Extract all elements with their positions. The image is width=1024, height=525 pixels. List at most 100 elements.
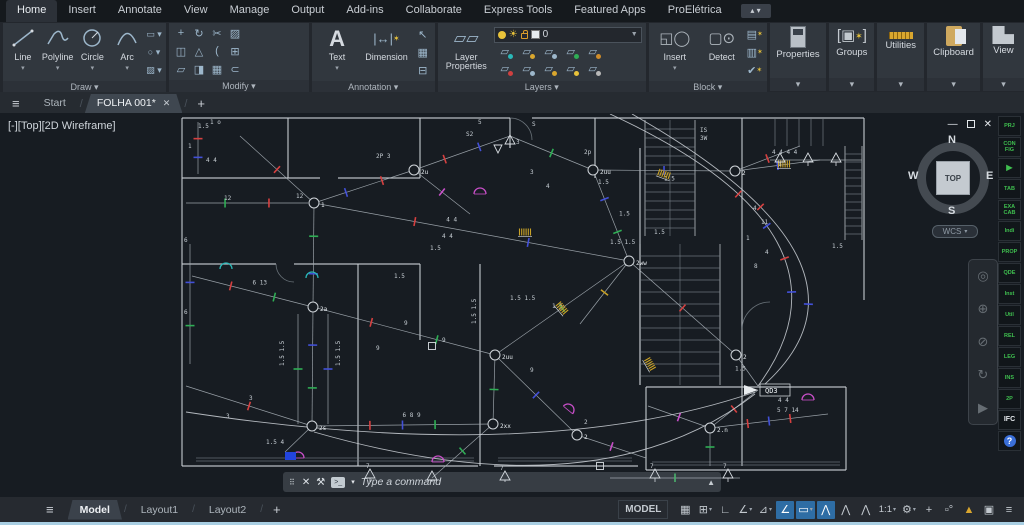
block-tool-icon-2[interactable]: ✔ ✶ [747, 62, 763, 78]
menu-tab-view[interactable]: View [173, 0, 219, 22]
modify-tool-icon-1[interactable]: ↻ [191, 25, 207, 41]
panel-view[interactable]: View ▾ [982, 23, 1024, 91]
layer-tool-icon-3[interactable]: ▱ [560, 44, 582, 61]
side-tool-util[interactable]: Util [998, 305, 1021, 325]
menu-tab-featured-apps[interactable]: Featured Apps [563, 0, 657, 22]
leader-icon[interactable]: ↖ [415, 26, 431, 42]
circle-button[interactable]: Circle ▾ [77, 25, 109, 79]
side-tool-indi[interactable]: Indi [998, 221, 1021, 241]
command-history-icon[interactable]: ▲ [707, 478, 715, 487]
command-recent-icon[interactable]: ▾ [351, 478, 355, 486]
side-tool-tab[interactable]: TAB [998, 179, 1021, 199]
layout-tab-layout2[interactable]: Layout2 [197, 500, 258, 520]
modify-tool-icon-0[interactable]: + [173, 25, 189, 41]
side-tool-inst[interactable]: Inst [998, 284, 1021, 304]
command-line-customize-icon[interactable]: ⚒ [316, 477, 325, 488]
menu-tab-add-ins[interactable]: Add-ins [335, 0, 394, 22]
close-icon[interactable]: ✕ [984, 119, 992, 130]
clean-screen-icon[interactable]: ▣ [980, 501, 998, 519]
menu-tab-insert[interactable]: Insert [57, 0, 107, 22]
polar-tracking-icon[interactable]: ∠ ▾ [736, 501, 754, 519]
navigation-wheel-icon[interactable]: ◎ [977, 268, 988, 284]
menu-tab-output[interactable]: Output [280, 0, 335, 22]
panel-properties-footer[interactable]: ▾ [769, 78, 827, 91]
layer-tool-icon-2[interactable]: ▱ [538, 44, 560, 61]
ribbon-collapse-button[interactable]: ▴ ▾ [740, 4, 771, 18]
layer-tool-icon-5[interactable]: ▱ [494, 61, 516, 78]
dimension-button[interactable]: |↔| ✶ Dimension [361, 25, 411, 79]
new-layout-button[interactable]: + [263, 502, 291, 517]
side-tool-prj[interactable]: PRJ [998, 116, 1021, 136]
viewcube-west[interactable]: W [908, 170, 918, 182]
model-space-button[interactable]: MODEL [618, 500, 669, 519]
customization-icon[interactable]: ≡ [1000, 501, 1018, 519]
layer-properties-button[interactable]: ▱▱ Layer Properties [442, 25, 491, 79]
side-tool--[interactable]: ► [998, 158, 1021, 178]
modify-tool-icon-4[interactable]: ◫ [173, 43, 189, 59]
layer-select[interactable]: ☀ 0 ▼ [493, 26, 642, 43]
new-drawing-tab-button[interactable]: + [189, 96, 213, 113]
panel-view-footer[interactable]: ▾ [982, 78, 1024, 91]
text-button[interactable]: A Text ▾ [316, 25, 359, 79]
annotation-visibility-icon[interactable]: ⋀ [816, 500, 835, 519]
command-line-close-icon[interactable]: ✕ [302, 477, 310, 488]
isometric-drafting-icon[interactable]: ⊿ ▾ [756, 501, 774, 519]
modify-tool-icon-11[interactable]: ⊂ [227, 61, 243, 77]
side-tool-ifc[interactable]: IFC [998, 410, 1021, 430]
layout-tab-layout1[interactable]: Layout1 [129, 500, 190, 520]
zoom-icon[interactable]: ⊘ [978, 334, 989, 350]
command-input[interactable]: Type a command [361, 476, 701, 488]
side-tool-ins[interactable]: INS [998, 368, 1021, 388]
panel-clipboard-footer[interactable]: ▾ [927, 78, 980, 91]
modify-tool-icon-9[interactable]: ◨ [191, 61, 207, 77]
modify-tool-icon-6[interactable]: ( [209, 43, 225, 59]
polyline-button[interactable]: Polyline ▾ [42, 25, 74, 79]
layer-tool-icon-4[interactable]: ▱ [582, 44, 604, 61]
restore-icon[interactable] [966, 120, 975, 128]
annotation-monitor-icon[interactable]: + [920, 501, 938, 519]
ellipse-icon[interactable]: ○ ▾ [146, 44, 162, 60]
block-tool-icon-1[interactable]: ▥ ✶ [747, 44, 763, 60]
annotation-autoscale-icon[interactable]: ⋀ [837, 501, 855, 519]
menu-tab-proel-trica[interactable]: ProElétrica [657, 0, 733, 22]
file-tabs-menu-icon[interactable]: ≡ [12, 96, 20, 111]
menu-tab-express-tools[interactable]: Express Tools [473, 0, 563, 22]
close-tab-icon[interactable]: ✕ [163, 98, 171, 108]
workspace-switching-icon[interactable]: ⚙ ▾ [900, 501, 918, 519]
insert-button[interactable]: ◱◯ Insert ▾ [653, 25, 697, 79]
side-tool-help[interactable]: ? [998, 431, 1021, 451]
menu-tab-home[interactable]: Home [6, 0, 58, 22]
layer-tool-icon-0[interactable]: ▱ [494, 44, 516, 61]
graphics-performance-icon[interactable]: ▲ [960, 501, 978, 519]
snap-mode-icon[interactable]: ⊞ ▾ [696, 501, 714, 519]
showmotion-icon[interactable]: ▶ [978, 400, 988, 416]
side-tool-leg[interactable]: LEG [998, 347, 1021, 367]
wcs-selector[interactable]: WCS ▾ [932, 225, 978, 238]
panel-properties[interactable]: Properties ▾ [769, 23, 827, 91]
annotation-scale-value[interactable]: 1:1 ▾ [877, 501, 898, 519]
file-tab-start[interactable]: Start [32, 94, 78, 113]
modify-tool-icon-8[interactable]: ▱ [173, 61, 189, 77]
grid-display-icon[interactable]: ▦ [676, 501, 694, 519]
detect-button[interactable]: ▢⊙ Detect [700, 25, 744, 79]
viewcube-east[interactable]: E [986, 170, 993, 182]
modify-tool-icon-3[interactable]: ▨ [227, 25, 243, 41]
viewcube-north[interactable]: N [948, 134, 956, 146]
hatch-icon[interactable]: ▨ ▾ [146, 62, 162, 78]
side-tool-con-fig[interactable]: CON FIG [998, 137, 1021, 157]
arc-button[interactable]: Arc ▾ [111, 25, 143, 79]
side-tool-rel[interactable]: REL [998, 326, 1021, 346]
layer-tool-icon-8[interactable]: ▱ [560, 61, 582, 78]
minimize-icon[interactable]: — [948, 119, 958, 130]
viewport-controls-label[interactable]: [-][Top][2D Wireframe] [8, 120, 116, 132]
viewcube[interactable]: N S W E TOP [908, 134, 994, 219]
layer-tool-icon-1[interactable]: ▱ [516, 44, 538, 61]
rectangle-icon[interactable]: ▭ ▾ [146, 26, 162, 42]
panel-modify-footer[interactable]: Modify ▾ [169, 80, 309, 92]
viewcube-top-face[interactable]: TOP [936, 161, 970, 195]
pan-icon[interactable]: ⊕ [978, 301, 989, 317]
line-button[interactable]: Line ▾ [7, 25, 39, 79]
modify-tool-icon-5[interactable]: △ [191, 43, 207, 59]
command-line[interactable]: ⠿ ✕ ⚒ >_ ▾ Type a command ▲ [283, 472, 721, 492]
menu-tab-annotate[interactable]: Annotate [107, 0, 173, 22]
